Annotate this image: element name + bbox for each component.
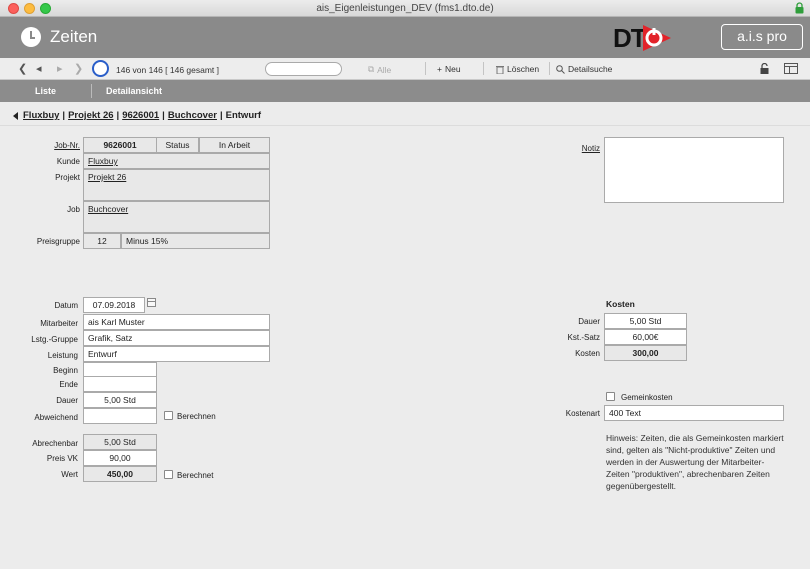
breadcrumb-customer[interactable]: Fluxbuy [23,110,59,121]
job-label: Job [67,205,80,214]
costs-field[interactable]: 300,00 [604,345,687,361]
status-field[interactable]: In Arbeit [199,137,270,153]
next-record-icon[interactable]: ▸ [57,62,63,75]
costs-label: Kosten [575,349,600,358]
trash-icon [496,65,504,74]
end-label: Ende [59,380,78,389]
search-icon [556,64,565,74]
job-field[interactable]: Buchcover [83,201,270,233]
note-label[interactable]: Notiz [560,144,600,153]
previous-record-icon[interactable]: ◂ [36,62,42,75]
service-group-field[interactable]: Grafik, Satz [83,330,270,346]
show-all-button[interactable]: ⧉ Alle [368,64,391,75]
price-field[interactable]: 90,00 [83,450,157,466]
breadcrumb-status: Entwurf [225,110,261,121]
overhead-label: Gemeinkosten [621,393,673,402]
project-field[interactable]: Projekt 26 [83,169,270,201]
billable-label: Abrechenbar [32,439,78,448]
project-label: Projekt [55,173,80,182]
cost-rate-field[interactable]: 60,00€ [604,329,687,345]
job-no-label[interactable]: Job-Nr. [30,141,80,150]
costs-duration-label: Dauer [578,317,600,326]
breadcrumb-job[interactable]: Buchcover [168,110,217,121]
page-title: Zeiten [50,27,98,46]
date-field[interactable]: 07.09.2018 [83,297,145,313]
end-field[interactable] [83,376,157,392]
service-label: Leistung [47,351,78,360]
delete-record-button[interactable]: Löschen [496,64,539,74]
window-title: ais_Eigenleistungen_DEV (fms1.dto.de) [316,3,494,14]
secure-lock-icon [795,2,804,14]
record-indicator-icon[interactable] [92,60,109,77]
costs-title: Kosten [606,299,635,309]
dto-logo: DT [613,21,675,54]
layout-toggle-icon[interactable] [784,63,798,74]
calendar-icon[interactable] [147,298,156,307]
date-label: Datum [54,301,78,310]
lock-icon[interactable] [760,63,769,74]
detail-search-button[interactable]: Detailsuche [556,64,612,74]
tab-detailansicht[interactable]: Detailansicht [106,86,162,96]
employee-label: Mitarbeiter [40,319,78,328]
quick-search-input[interactable] [265,62,342,76]
first-record-icon[interactable]: ❮ [18,62,27,75]
charged-checkbox[interactable] [164,470,173,479]
new-record-button[interactable]: + Neu [437,64,461,74]
employee-field[interactable]: ais Karl Muster [83,314,270,330]
deviating-label: Abweichend [34,413,78,422]
record-toolbar: ❮ ◂ ▸ ❯ 146 von 146 [ 146 gesamt ] ⧉ Alle… [0,58,810,80]
clock-icon [21,27,41,47]
service-field[interactable]: Entwurf [83,346,270,362]
records-icon: ⧉ [368,64,375,74]
ais-pro-logo: a.i.s pro [721,24,803,50]
back-arrow-icon[interactable] [13,111,18,120]
price-group-no-field[interactable]: 12 [83,233,121,249]
calculate-label: Berechnen [177,412,216,421]
customer-field[interactable]: Fluxbuy [83,153,270,169]
price-group-label: Preisgruppe [36,237,80,246]
overhead-checkbox[interactable] [606,392,615,401]
calculate-checkbox[interactable] [164,411,173,420]
job-no-field[interactable]: 9626001 [83,137,157,153]
cost-type-field[interactable]: 400 Text [604,405,784,421]
cost-type-label: Kostenart [565,409,600,418]
begin-label: Beginn [53,366,78,375]
value-label: Wert [61,470,78,479]
breadcrumb-job-no[interactable]: 9626001 [122,110,159,121]
price-group-field[interactable]: Minus 15% [121,233,270,249]
breadcrumb: Fluxbuy | Projekt 26 | 9626001 | Buchcover |… [13,110,261,121]
plus-icon: + [437,64,442,74]
record-count: 146 von 146 [ 146 gesamt ] [116,65,220,75]
deviating-field[interactable] [83,408,157,424]
costs-duration-field[interactable]: 5,00 Std [604,313,687,329]
note-field[interactable] [604,137,784,203]
view-tabs: Liste Detailansicht [0,80,810,102]
tab-liste[interactable]: Liste [35,86,56,96]
overhead-hint-text: Hinweis: Zeiten, die als Gemeinkosten ma… [606,433,784,491]
app-header: Zeiten DT a.i.s pro [0,17,810,58]
billable-field[interactable]: 5,00 Std [83,434,157,450]
window-titlebar: ais_Eigenleistungen_DEV (fms1.dto.de) [0,0,810,17]
cost-rate-label: Kst.-Satz [567,333,600,342]
customer-label: Kunde [56,157,80,166]
status-label: Status [157,137,199,153]
last-record-icon[interactable]: ❯ [74,62,83,75]
price-label: Preis VK [46,454,78,463]
duration-field[interactable]: 5,00 Std [83,392,157,408]
breadcrumb-project[interactable]: Projekt 26 [68,110,113,121]
charged-label: Berechnet [177,471,214,480]
service-group-label: Lstg.-Gruppe [31,335,78,344]
duration-label: Dauer [56,396,78,405]
value-field[interactable]: 450,00 [83,466,157,482]
